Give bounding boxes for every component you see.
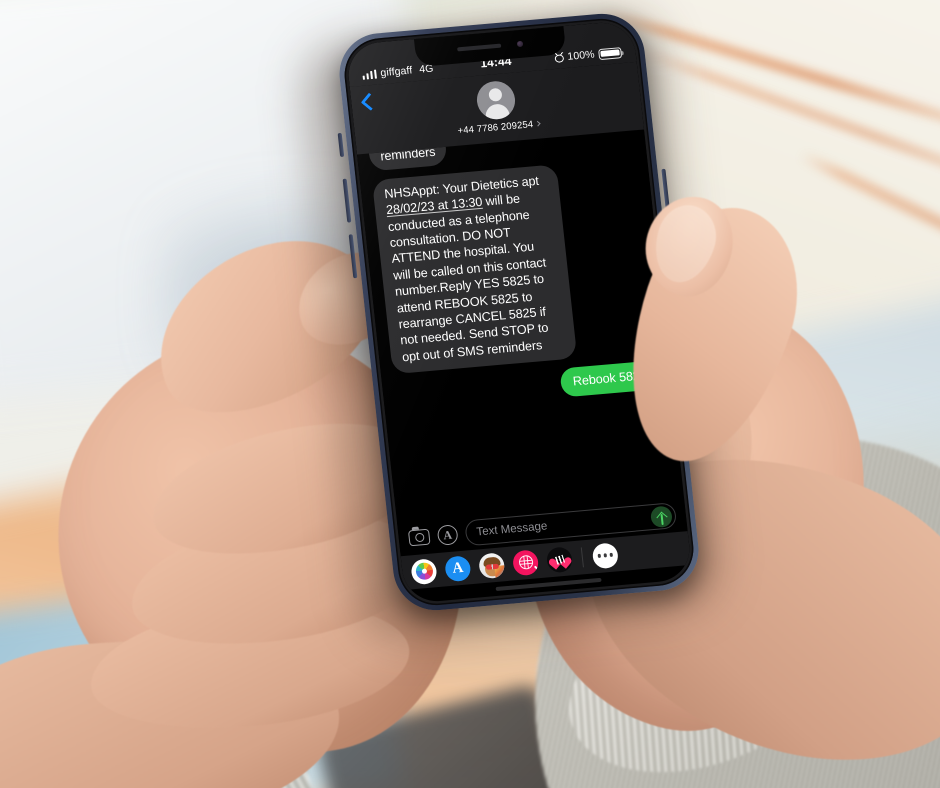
send-arrow-up-icon bbox=[655, 511, 668, 523]
battery-percent-label: 100% bbox=[566, 48, 596, 63]
more-apps-icon[interactable] bbox=[591, 541, 620, 569]
message-text-post: will be conducted as a telephone consult… bbox=[387, 191, 550, 364]
fitness-app-icon[interactable] bbox=[545, 545, 574, 573]
battery-full-icon bbox=[598, 46, 623, 60]
alarm-clock-icon bbox=[554, 53, 564, 63]
earpiece-speaker-icon bbox=[457, 43, 502, 52]
contact-number-label: +44 7786 209254 bbox=[457, 118, 534, 137]
camera-icon[interactable] bbox=[407, 528, 431, 547]
message-list[interactable]: reminders NHSAppt: Your Dietetics apt 28… bbox=[357, 129, 682, 497]
photos-app-icon[interactable] bbox=[410, 557, 438, 585]
send-button[interactable] bbox=[649, 504, 673, 528]
photo-scene: giffgaff 4G 14:44 100% +44 7786 209254 r… bbox=[0, 0, 940, 788]
chevron-right-icon bbox=[535, 120, 541, 126]
front-camera-icon bbox=[516, 40, 524, 48]
memoji-app-icon[interactable] bbox=[477, 551, 506, 579]
app-store-icon[interactable]: A bbox=[436, 524, 459, 546]
message-input-placeholder: Text Message bbox=[475, 520, 548, 539]
incoming-message-bubble[interactable]: NHSAppt: Your Dietetics apt 28/02/23 at … bbox=[371, 164, 578, 375]
carrier-label: giffgaff bbox=[379, 64, 413, 80]
status-bar-right: 100% bbox=[554, 46, 623, 64]
message-row: NHSAppt: Your Dietetics apt 28/02/23 at … bbox=[371, 157, 656, 375]
signal-bars-icon bbox=[362, 69, 377, 80]
drawer-divider bbox=[580, 547, 584, 568]
back-chevron-icon[interactable] bbox=[360, 92, 380, 111]
app-store-app-icon[interactable]: A bbox=[444, 554, 472, 582]
contact-avatar-placeholder-icon[interactable] bbox=[474, 79, 517, 121]
images-app-icon[interactable] bbox=[511, 548, 540, 576]
contact-info-button[interactable]: +44 7786 209254 bbox=[457, 118, 541, 136]
status-bar-left: giffgaff 4G bbox=[362, 63, 434, 81]
